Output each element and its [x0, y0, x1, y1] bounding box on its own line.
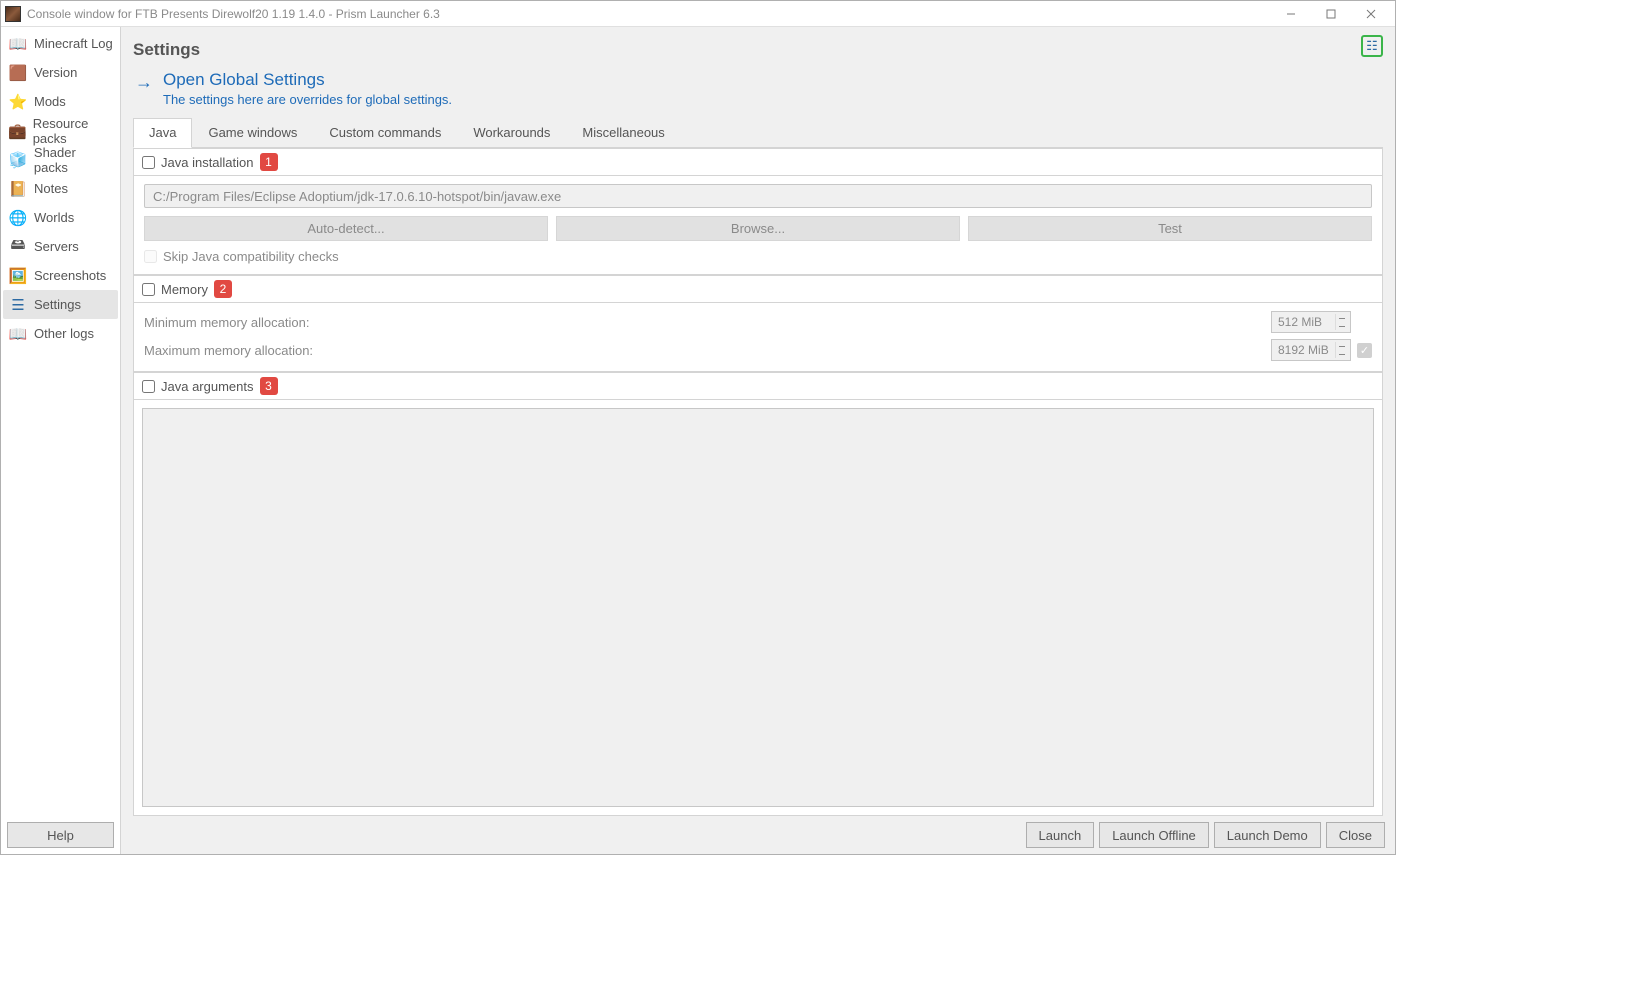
tab-java[interactable]: Java — [133, 118, 192, 148]
sidebar-item-worlds[interactable]: 🌐 Worlds — [3, 203, 118, 232]
launch-offline-button[interactable]: Launch Offline — [1099, 822, 1209, 848]
help-button[interactable]: Help — [7, 822, 114, 848]
sidebar-item-label: Screenshots — [34, 268, 106, 283]
java-installation-checkbox[interactable] — [142, 156, 155, 169]
browse-button[interactable]: Browse... — [556, 216, 960, 241]
tab-workarounds[interactable]: Workarounds — [457, 118, 566, 148]
java-path-input[interactable] — [144, 184, 1372, 208]
settings-tabs: Java Game windows Custom commands Workar… — [133, 117, 1383, 148]
java-arguments-label: Java arguments — [161, 379, 254, 394]
sidebar-item-label: Minecraft Log — [34, 36, 113, 51]
server-icon: 🖴 — [8, 237, 28, 257]
sidebar-item-mods[interactable]: ⭐ Mods — [3, 87, 118, 116]
annotation-badge-1: 1 — [260, 153, 278, 171]
page-title: Settings — [133, 40, 200, 60]
tab-game-windows[interactable]: Game windows — [192, 118, 313, 148]
close-button[interactable] — [1351, 3, 1391, 25]
test-button[interactable]: Test — [968, 216, 1372, 241]
close-footer-button[interactable]: Close — [1326, 822, 1385, 848]
sidebar-item-servers[interactable]: 🖴 Servers — [3, 232, 118, 261]
book-icon: 📖 — [8, 34, 28, 54]
memory-header: Memory 2 — [133, 275, 1383, 303]
tab-miscellaneous[interactable]: Miscellaneous — [566, 118, 680, 148]
sidebar-item-shader-packs[interactable]: 🧊 Shader packs — [3, 145, 118, 174]
java-arguments-header: Java arguments 3 — [133, 372, 1383, 400]
global-settings-label: Open Global Settings — [163, 70, 452, 90]
java-installation-label: Java installation — [161, 155, 254, 170]
tab-custom-commands[interactable]: Custom commands — [313, 118, 457, 148]
auto-detect-button[interactable]: Auto-detect... — [144, 216, 548, 241]
java-arguments-textarea[interactable] — [142, 408, 1374, 807]
sidebar-item-label: Shader packs — [34, 145, 113, 175]
annotation-badge-3: 3 — [260, 377, 278, 395]
sidebar-item-minecraft-log[interactable]: 📖 Minecraft Log — [3, 29, 118, 58]
sidebar-item-label: Other logs — [34, 326, 94, 341]
launch-button[interactable]: Launch — [1026, 822, 1095, 848]
sidebar-item-settings[interactable]: ☰ Settings — [3, 290, 118, 319]
sidebar: 📖 Minecraft Log 🟫 Version ⭐ Mods 💼 Resource … — [1, 27, 121, 854]
settings-icon: ☰ — [8, 295, 28, 315]
sidebar-item-label: Mods — [34, 94, 66, 109]
java-arguments-checkbox[interactable] — [142, 380, 155, 393]
java-installation-header: Java installation 1 — [133, 148, 1383, 176]
maximize-button[interactable] — [1311, 3, 1351, 25]
globe-icon: 🌐 — [8, 208, 28, 228]
sidebar-item-label: Servers — [34, 239, 79, 254]
max-memory-check[interactable]: ✓ — [1357, 343, 1372, 358]
sidebar-item-version[interactable]: 🟫 Version — [3, 58, 118, 87]
annotation-badge-2: 2 — [214, 280, 232, 298]
memory-checkbox[interactable] — [142, 283, 155, 296]
java-arguments-body — [133, 400, 1383, 816]
min-memory-spinner[interactable]: 512 MiB — [1271, 311, 1351, 333]
minimize-button[interactable] — [1271, 3, 1311, 25]
sidebar-item-label: Resource packs — [33, 116, 113, 146]
launch-demo-button[interactable]: Launch Demo — [1214, 822, 1321, 848]
open-global-settings-link[interactable]: → Open Global Settings The settings here… — [133, 70, 1383, 107]
cube-icon: 🧊 — [8, 150, 28, 170]
star-icon: ⭐ — [8, 92, 28, 112]
memory-label: Memory — [161, 282, 208, 297]
notes-icon: 📔 — [8, 179, 28, 199]
app-icon — [5, 6, 21, 22]
max-memory-spinner[interactable]: 8192 MiB — [1271, 339, 1351, 361]
image-icon: 🖼️ — [8, 266, 28, 286]
skip-compat-checkbox[interactable] — [144, 250, 157, 263]
sidebar-item-notes[interactable]: 📔 Notes — [3, 174, 118, 203]
sidebar-item-label: Version — [34, 65, 77, 80]
version-icon: 🟫 — [8, 63, 28, 83]
sidebar-item-screenshots[interactable]: 🖼️ Screenshots — [3, 261, 118, 290]
sidebar-item-label: Settings — [34, 297, 81, 312]
sidebar-item-label: Notes — [34, 181, 68, 196]
sidebar-item-label: Worlds — [34, 210, 74, 225]
sidebar-item-other-logs[interactable]: 📖 Other logs — [3, 319, 118, 348]
arrow-right-icon: → — [135, 72, 153, 93]
skip-compat-label: Skip Java compatibility checks — [163, 249, 339, 264]
global-settings-sub: The settings here are overrides for glob… — [163, 92, 452, 107]
footer: Launch Launch Offline Launch Demo Close — [121, 816, 1395, 854]
titlebar: Console window for FTB Presents Direwolf… — [1, 1, 1395, 27]
briefcase-icon: 💼 — [8, 121, 27, 141]
max-memory-label: Maximum memory allocation: — [144, 343, 313, 358]
settings-list-icon[interactable]: ☷ — [1361, 35, 1383, 57]
min-memory-label: Minimum memory allocation: — [144, 315, 309, 330]
memory-body: Minimum memory allocation: 512 MiB Maxim… — [133, 303, 1383, 372]
java-installation-body: Auto-detect... Browse... Test Skip Java … — [133, 176, 1383, 275]
window-title: Console window for FTB Presents Direwolf… — [27, 7, 1271, 21]
book-icon: 📖 — [8, 324, 28, 344]
sidebar-item-resource-packs[interactable]: 💼 Resource packs — [3, 116, 118, 145]
